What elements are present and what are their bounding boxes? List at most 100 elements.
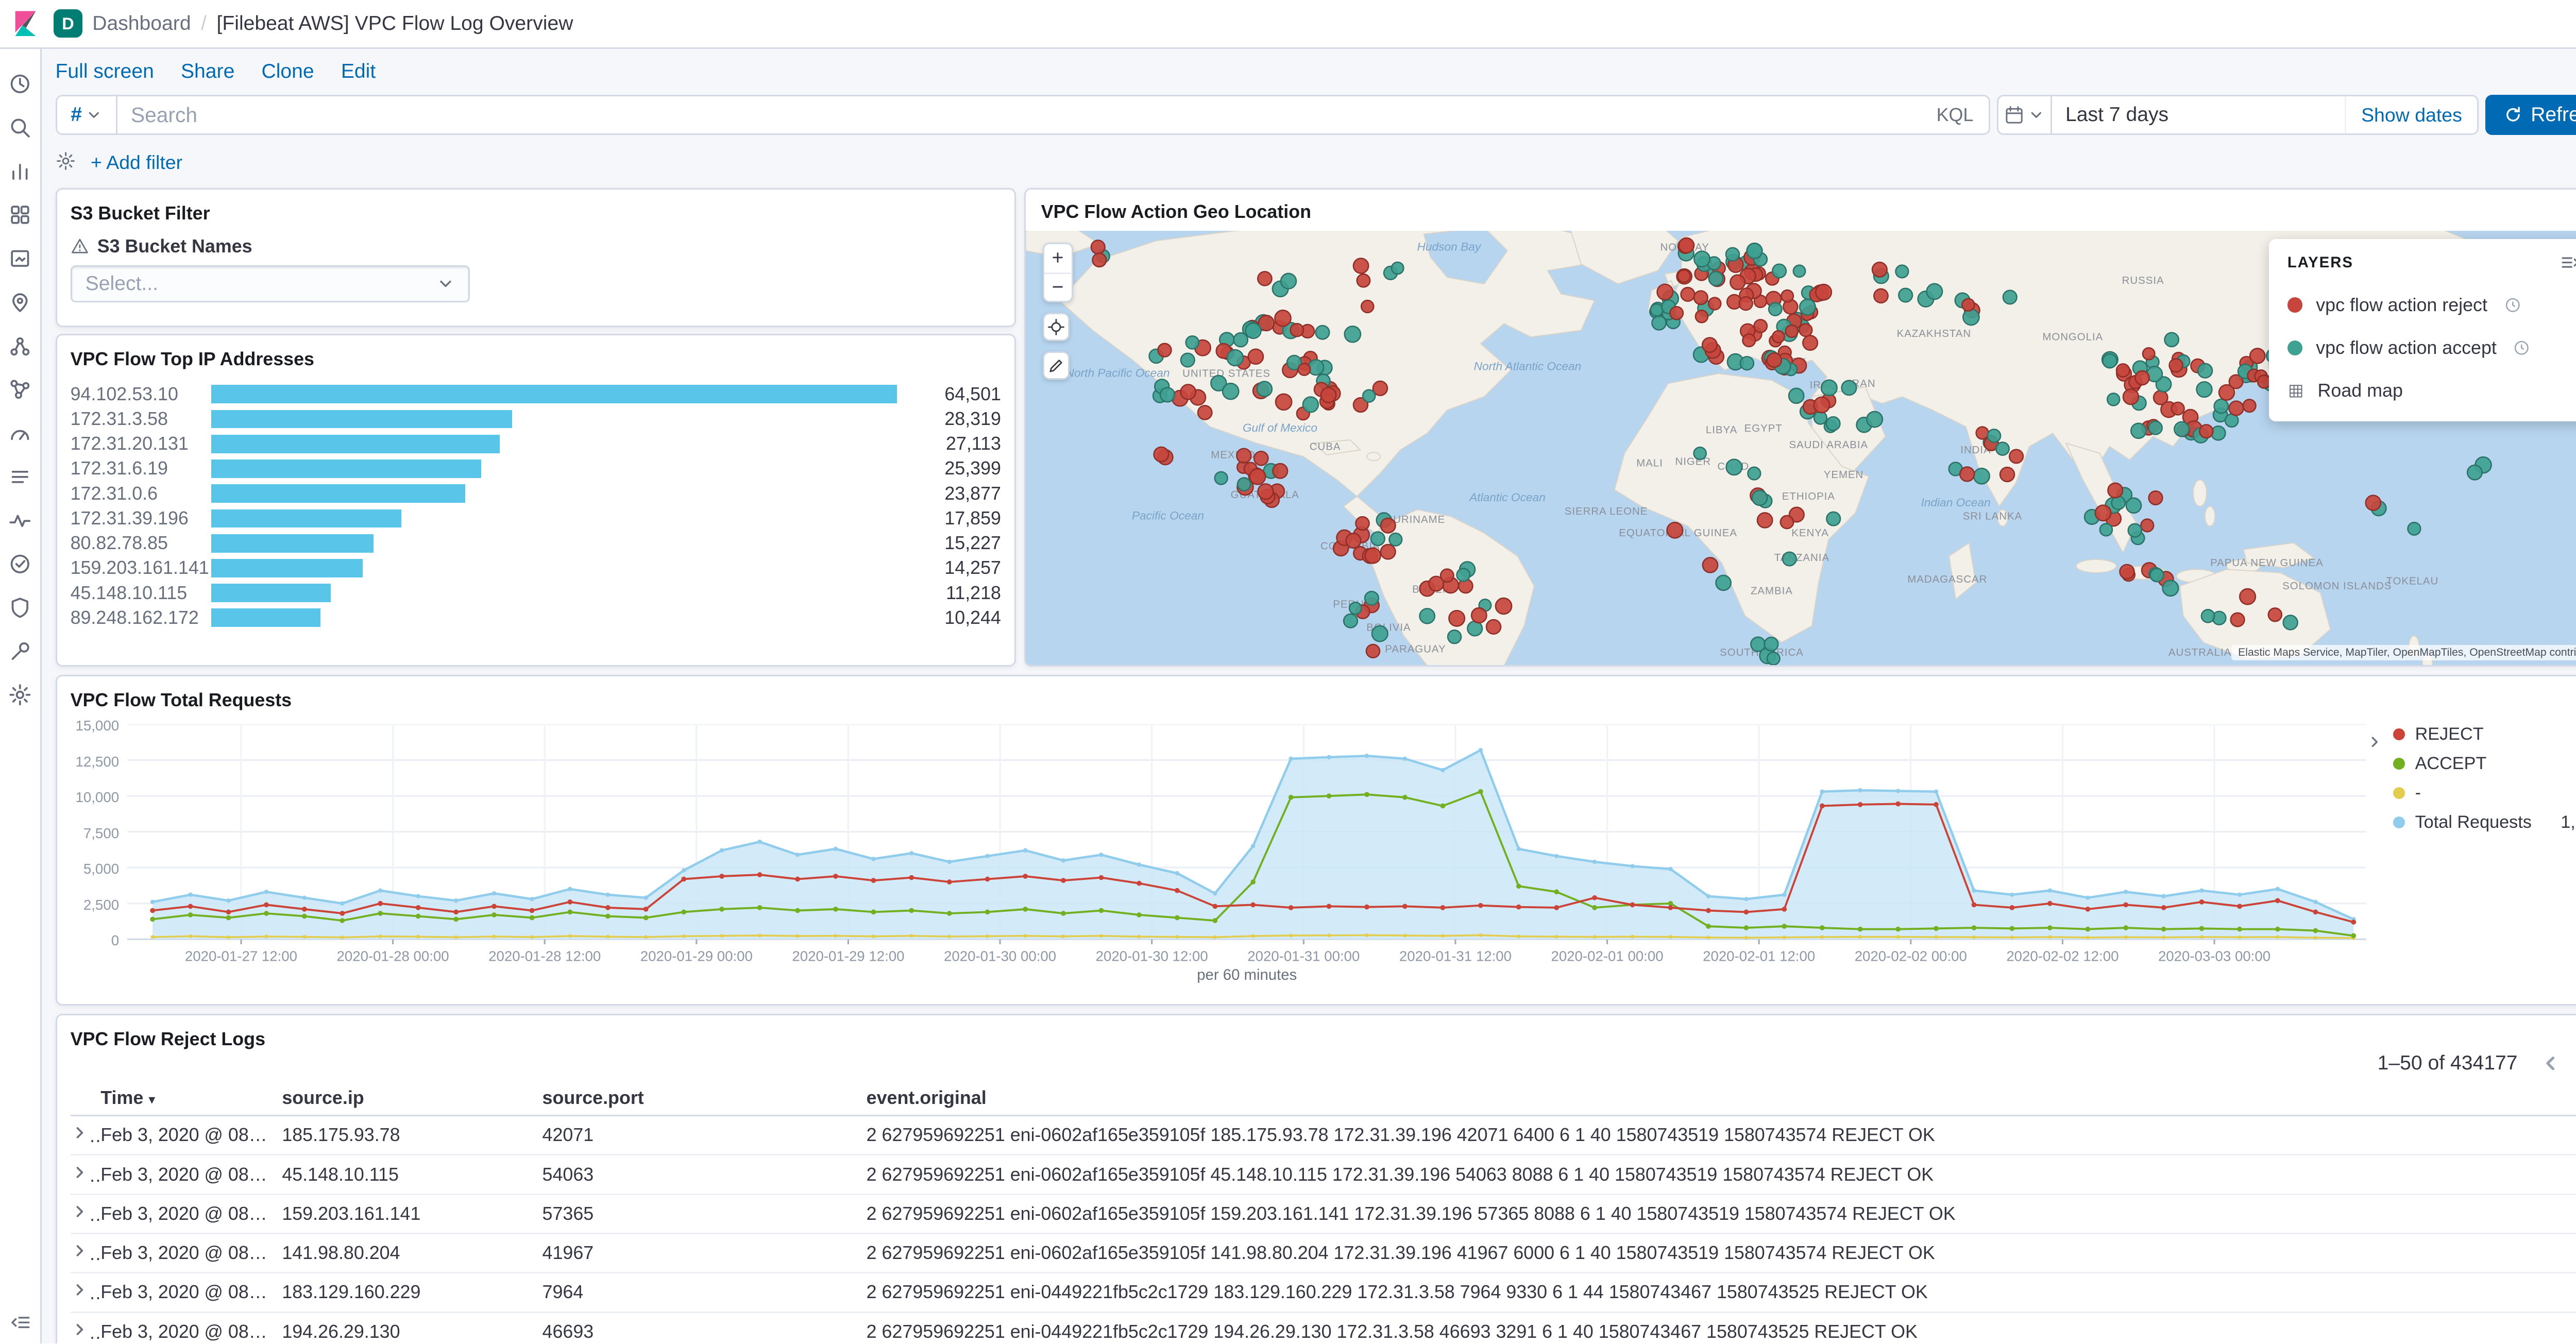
sidebar-item-graph[interactable] <box>0 368 41 412</box>
geo-point-reject[interactable] <box>2009 449 2024 464</box>
geo-point-accept[interactable] <box>1751 489 1768 506</box>
geo-point-accept[interactable] <box>1343 613 1359 628</box>
geo-point-accept[interactable] <box>2127 523 2143 538</box>
geo-point-reject[interactable] <box>2267 607 2283 622</box>
geo-point-reject[interactable] <box>2228 400 2245 416</box>
expand-row-button[interactable] <box>71 1202 101 1226</box>
geo-point-reject[interactable] <box>1275 393 1293 411</box>
geo-point-reject[interactable] <box>1678 237 1695 253</box>
geo-point-accept[interactable] <box>2196 381 2213 398</box>
ip-bar[interactable] <box>211 509 401 528</box>
ip-bar[interactable] <box>211 558 363 577</box>
add-filter-button[interactable]: + Add filter <box>91 151 182 174</box>
geo-point-reject[interactable] <box>1766 352 1783 368</box>
geo-point-accept[interactable] <box>1725 458 1743 476</box>
geo-point-accept[interactable] <box>1715 574 1732 591</box>
geo-point-reject[interactable] <box>1961 298 1976 312</box>
geo-point-accept[interactable] <box>1651 315 1667 331</box>
geo-point-reject[interactable] <box>1702 337 1718 353</box>
geo-point-accept[interactable] <box>1821 379 1838 397</box>
geo-point-reject[interactable] <box>1249 468 1266 485</box>
geo-point-reject[interactable] <box>1274 309 1292 327</box>
zoom-in-button[interactable]: + <box>1044 244 1072 273</box>
geo-point-accept[interactable] <box>2125 497 2142 514</box>
space-badge[interactable]: D <box>54 9 82 38</box>
geo-point-reject[interactable] <box>2171 401 2185 416</box>
layer-item[interactable]: vpc flow action reject <box>2287 295 2576 316</box>
geo-point-reject[interactable] <box>2142 347 2156 361</box>
geo-point-reject[interactable] <box>1366 643 1381 658</box>
geo-point-accept[interactable] <box>1371 625 1389 642</box>
geo-point-reject[interactable] <box>1873 288 1889 303</box>
geo-point-accept[interactable] <box>1799 298 1817 316</box>
s3-bucket-select[interactable]: Select... <box>70 265 470 302</box>
geo-point-reject[interactable] <box>1693 290 1709 305</box>
geo-point-accept[interactable] <box>1725 247 1740 262</box>
ip-bar[interactable] <box>211 484 465 503</box>
geo-point-accept[interactable] <box>1349 601 1363 615</box>
geo-point-accept[interactable] <box>1280 273 1297 290</box>
geo-point-reject[interactable] <box>2123 388 2140 405</box>
geo-point-accept[interactable] <box>1841 380 1857 396</box>
sidebar-item-maps[interactable] <box>0 280 41 324</box>
geo-point-accept[interactable] <box>1995 441 2010 456</box>
sidebar-item-dev-tools[interactable] <box>0 630 41 673</box>
expand-row-button[interactable] <box>71 1320 101 1343</box>
geo-point-accept[interactable] <box>1245 322 1262 339</box>
geo-point-reject[interactable] <box>2134 370 2150 386</box>
geo-point-accept[interactable] <box>1650 303 1664 317</box>
geo-point-accept[interactable] <box>1315 325 1330 340</box>
sidebar-item-dashboard[interactable] <box>0 193 41 237</box>
refresh-button[interactable]: Refresh <box>2485 95 2576 135</box>
column-header-source-port[interactable]: source.port <box>543 1087 867 1109</box>
geo-point-reject[interactable] <box>1959 466 1975 482</box>
column-header-Time[interactable]: Time ▾ <box>100 1087 282 1109</box>
geo-point-reject[interactable] <box>1361 299 1375 313</box>
geo-point-accept[interactable] <box>1419 607 1436 624</box>
geo-point-accept[interactable] <box>1226 349 1244 367</box>
geo-point-accept[interactable] <box>1814 411 1828 425</box>
geo-point-reject[interactable] <box>1353 258 1369 274</box>
geo-point-accept[interactable] <box>1370 531 1386 547</box>
geo-point-reject[interactable] <box>1092 252 1107 268</box>
geo-point-reject[interactable] <box>1799 322 1813 337</box>
geo-point-reject[interactable] <box>1785 324 1799 338</box>
expand-row-button[interactable] <box>71 1124 101 1147</box>
search-input[interactable] <box>117 103 1937 127</box>
query-language-button[interactable]: KQL <box>1937 105 1989 126</box>
fit-to-data-button[interactable] <box>1042 312 1070 342</box>
geo-point-accept[interactable] <box>2002 290 2018 305</box>
geo-point-reject[interactable] <box>1272 463 1289 479</box>
ip-bar[interactable] <box>211 584 331 603</box>
geo-point-accept[interactable] <box>1180 352 1196 368</box>
geo-point-reject[interactable] <box>1802 334 1819 351</box>
geo-point-reject[interactable] <box>2242 398 2257 413</box>
geo-point-accept[interactable] <box>1973 467 1991 485</box>
geo-point-accept[interactable] <box>2197 363 2213 379</box>
geo-point-reject[interactable] <box>1197 404 1213 420</box>
geo-point-reject[interactable] <box>2094 504 2112 522</box>
geo-point-reject[interactable] <box>1380 543 1397 560</box>
geo-point-accept[interactable] <box>1256 381 1273 397</box>
collapse-layers-icon[interactable] <box>2560 252 2576 273</box>
layer-item[interactable]: Road map <box>2287 380 2576 401</box>
geo-point-accept[interactable] <box>1764 636 1779 652</box>
geo-point-accept[interactable] <box>2130 422 2147 439</box>
geo-point-accept[interactable] <box>1739 355 1755 371</box>
geo-point-accept[interactable] <box>1825 416 1841 431</box>
geo-point-reject[interactable] <box>1290 322 1304 337</box>
geo-point-reject[interactable] <box>1975 426 1990 440</box>
geo-point-reject[interactable] <box>1666 521 1684 539</box>
geo-point-accept[interactable] <box>1222 382 1240 400</box>
calendar-button[interactable] <box>1998 96 2052 134</box>
geo-point-accept[interactable] <box>1388 532 1403 547</box>
geo-point-accept[interactable] <box>1962 308 1980 326</box>
geo-point-accept[interactable] <box>1792 264 1806 278</box>
geo-point-accept[interactable] <box>1987 428 2002 443</box>
geo-point-reject[interactable] <box>1257 270 1273 286</box>
ip-bar[interactable] <box>211 410 513 429</box>
ip-bar[interactable] <box>211 534 374 553</box>
menu-clone[interactable]: Clone <box>261 60 314 83</box>
geo-point-accept[interactable] <box>1344 325 1362 343</box>
geo-point-accept[interactable] <box>1233 332 1249 348</box>
